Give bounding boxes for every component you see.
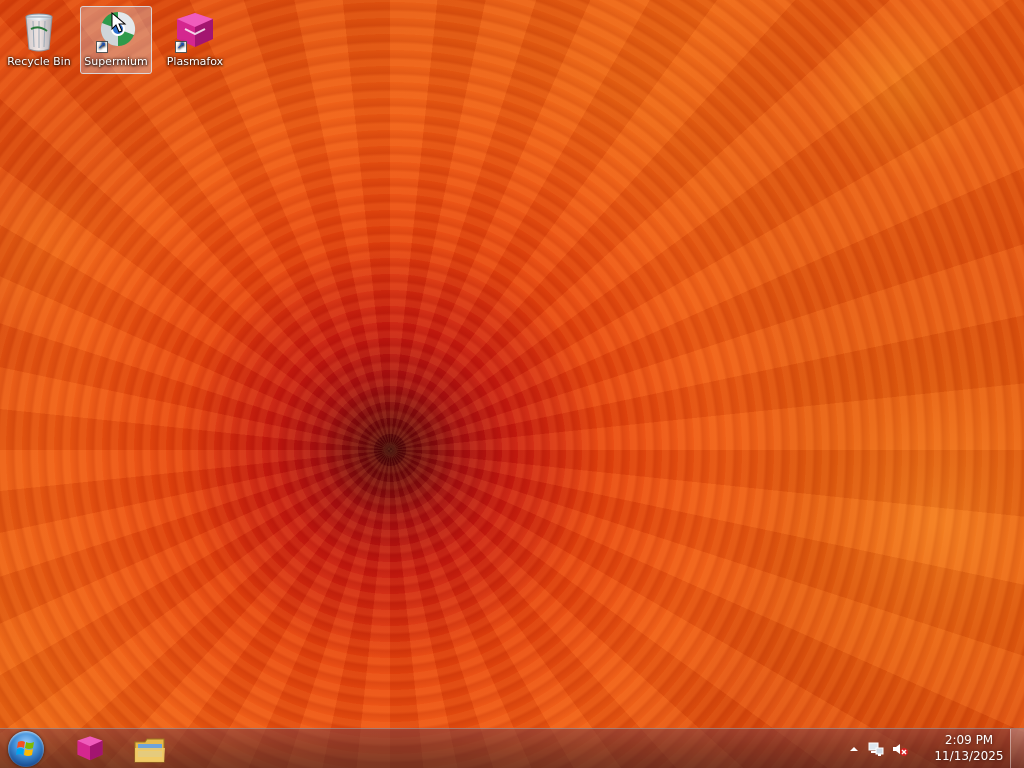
show-desktop-button[interactable] [1010, 729, 1024, 768]
network-icon[interactable] [868, 741, 884, 757]
wallpaper-flower [0, 0, 1024, 768]
taskbar-file-explorer-button[interactable] [122, 731, 178, 767]
desktop-icon-recycle-bin[interactable]: Recycle Bin [3, 6, 75, 74]
taskbar-plasmafox-button[interactable] [62, 731, 118, 767]
plasmafox-browser-icon [74, 735, 106, 767]
file-explorer-folder-icon [134, 736, 166, 768]
plasmafox-browser-icon: ↗ [173, 9, 217, 53]
desktop-icon-label: Plasmafox [166, 55, 224, 68]
chevron-up-icon[interactable] [846, 741, 862, 757]
desktop-icon-plasmafox[interactable]: ↗ Plasmafox [159, 6, 231, 74]
system-clock[interactable]: 2:09 PM 11/13/2025 [932, 732, 1006, 764]
taskbar: 2:09 PM 11/13/2025 [0, 728, 1024, 768]
recycle-bin-icon [17, 9, 61, 53]
shortcut-arrow-icon: ↗ [175, 41, 187, 53]
desktop-icon-label: Recycle Bin [7, 55, 71, 68]
clock-time: 2:09 PM [944, 733, 994, 747]
notification-area: 2:09 PM 11/13/2025 [846, 729, 1006, 768]
windows-start-orb-icon [8, 731, 44, 767]
desktop-icon-label: Supermium [84, 55, 148, 68]
shortcut-arrow-icon: ↗ [96, 41, 108, 53]
mouse-cursor-icon [111, 11, 127, 34]
clock-date: 11/13/2025 [934, 749, 1004, 763]
desktop[interactable]: Recycle Bin ↗ Supermium ↗ Plasmafox 2:09… [0, 0, 1024, 768]
start-button[interactable] [4, 731, 48, 767]
volume-muted-icon[interactable] [892, 741, 908, 757]
